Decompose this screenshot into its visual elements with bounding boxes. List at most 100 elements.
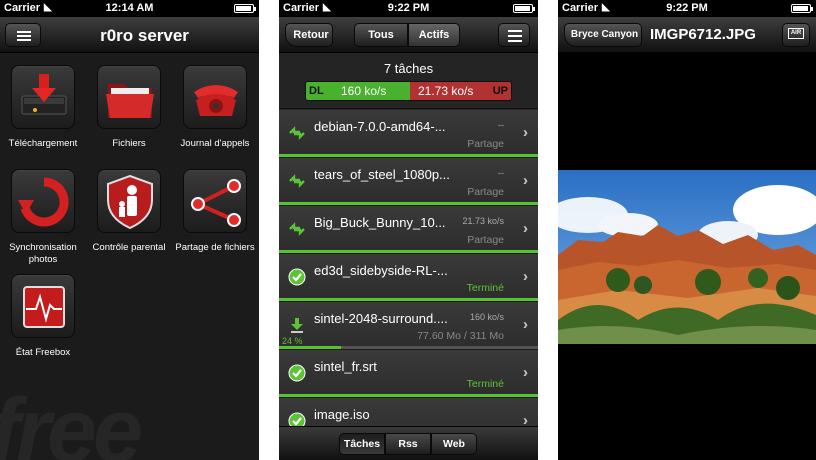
menu-item-parental-control[interactable]: Contrôle parental (86, 169, 172, 254)
task-name: image.iso (314, 407, 370, 422)
tab-rss[interactable]: Rss (385, 433, 431, 455)
chevron-right-icon: › (523, 268, 528, 285)
airplay-button[interactable]: AIR (782, 23, 810, 47)
tab-web[interactable]: Web (431, 433, 477, 455)
battery-icon (234, 4, 256, 13)
task-row[interactable]: ed3d_sidebyside-RL-... Terminé › (279, 254, 538, 302)
task-status: Partage (467, 186, 504, 198)
tab-tasks[interactable]: Tâches (339, 433, 385, 455)
navigation-bar: r0ro server (0, 17, 259, 53)
menu-item-label: Fichiers (112, 138, 146, 149)
chevron-right-icon: › (523, 172, 528, 189)
parental-shield-icon (97, 169, 161, 233)
upload-speed-segment: 21.73 ko/s UP (410, 82, 511, 100)
menu-item-download[interactable]: Téléchargement (0, 65, 86, 150)
task-name: sintel_fr.srt (314, 359, 377, 374)
task-progress-bar (279, 346, 538, 349)
page-title: r0ro server (100, 26, 189, 45)
photo-image[interactable] (558, 170, 816, 344)
status-bar: Carrier ◣ 12:14 AM (0, 0, 259, 17)
navigation-bar: Retour Tous Actifs (279, 17, 538, 53)
status-bar: Carrier ◣ 9:22 PM (279, 0, 538, 17)
task-row[interactable]: debian-7.0.0-amd64-... -- Partage › (279, 110, 538, 158)
back-button[interactable]: Bryce Canyon (564, 23, 642, 47)
task-name: tears_of_steel_1080p... (314, 167, 450, 182)
page-title: IMGP6712.JPG (650, 26, 756, 43)
status-time: 9:22 PM (387, 2, 430, 14)
task-status: Partage (467, 138, 504, 150)
status-time: 9:22 PM (666, 2, 708, 14)
task-progress-bar (279, 250, 538, 253)
task-progress-bar (279, 394, 538, 397)
download-speed: 160 ko/s (341, 84, 387, 98)
status-bar: Carrier ◣ 9:22 PM (558, 0, 816, 17)
task-name: debian-7.0.0-amd64-... (314, 119, 446, 134)
status-time: 12:14 AM (105, 2, 154, 14)
task-status: Terminé (466, 378, 504, 390)
download-icon (11, 65, 75, 129)
download-label: DL (309, 85, 324, 97)
task-name: ed3d_sidebyside-RL-... (314, 263, 448, 278)
task-status: 77.60 Mo / 311 Mo (417, 330, 504, 342)
task-count: 7 tâches (383, 61, 434, 76)
tasks-screen: Carrier ◣ 9:22 PM Retour Tous Actifs 7 t… (279, 0, 538, 460)
task-speed: -- (498, 168, 504, 178)
task-speed: 21.73 ko/s (462, 216, 504, 226)
chevron-right-icon: › (523, 220, 528, 237)
menu-item-freebox-status[interactable]: État Freebox (0, 274, 86, 359)
seeding-arrows-icon (288, 172, 306, 190)
back-button[interactable]: Retour (285, 23, 333, 47)
transfer-summary: 7 tâches DL 160 ko/s 21.73 ko/s UP (279, 53, 538, 109)
battery-icon (791, 4, 813, 13)
download-arrow-icon (288, 316, 306, 334)
upload-speed: 21.73 ko/s (418, 84, 474, 98)
menu-item-label: Téléchargement (8, 138, 78, 149)
navigation-bar: Bryce Canyon IMGP6712.JPG AIR (558, 17, 816, 53)
segment-active[interactable]: Actifs (408, 23, 460, 47)
menu-item-file-sharing[interactable]: Partage de fichiers (172, 169, 258, 254)
menu-item-files[interactable]: Fichiers (86, 65, 172, 150)
phone-icon (183, 65, 247, 129)
photo-viewer-screen: Carrier ◣ 9:22 PM Bryce Canyon IMGP6712.… (558, 0, 816, 460)
task-row[interactable]: Big_Buck_Bunny_10... 21.73 ko/s Partage › (279, 206, 538, 254)
menu-item-label: État Freebox (15, 347, 71, 358)
task-row[interactable]: sintel-2048-surround.... 160 ko/s 77.60 Mo… (279, 302, 538, 350)
task-name: Big_Buck_Bunny_10... (314, 215, 446, 230)
segment-all[interactable]: Tous (354, 23, 408, 47)
seeding-arrows-icon (288, 124, 306, 142)
menu-item-label: Journal d'appels (180, 138, 250, 149)
menu-item-call-log[interactable]: Journal d'appels (172, 65, 258, 150)
status-pulse-icon (11, 274, 75, 338)
airplay-icon: AIR (788, 28, 804, 39)
main-menu-screen: Carrier ◣ 12:14 AM r0ro server free Télé… (0, 0, 259, 460)
task-progress-bar (279, 154, 538, 157)
task-progress-bar (279, 298, 538, 301)
task-status: Partage (467, 234, 504, 246)
chevron-right-icon: › (523, 124, 528, 141)
task-progress-bar (279, 202, 538, 205)
menu-item-label: Contrôle parental (92, 242, 166, 253)
seeding-arrows-icon (288, 220, 306, 238)
sync-icon (11, 169, 75, 233)
folder-icon (97, 65, 161, 129)
task-speed: -- (498, 120, 504, 130)
share-icon (183, 169, 247, 233)
task-percent: 24 % (282, 336, 303, 346)
task-status: Terminé (466, 282, 504, 294)
checkmark-icon (288, 364, 306, 382)
task-row[interactable]: tears_of_steel_1080p... -- Partage › (279, 158, 538, 206)
download-speed-segment: DL 160 ko/s (306, 82, 410, 100)
menu-item-photo-sync[interactable]: Synchronisation photos (0, 169, 86, 266)
filter-button[interactable] (498, 23, 530, 47)
upload-label: UP (492, 85, 508, 97)
speed-bar: DL 160 ko/s 21.73 ko/s UP (305, 81, 512, 101)
menu-item-label: Synchronisation photos (9, 242, 77, 265)
chevron-right-icon: › (523, 316, 528, 333)
task-speed: 160 ko/s (469, 312, 504, 322)
menu-item-label: Partage de fichiers (175, 242, 255, 253)
task-name: sintel-2048-surround.... (314, 311, 448, 326)
battery-icon (513, 4, 535, 13)
tab-bar: Tâches Rss Web (279, 426, 538, 460)
chevron-right-icon: › (523, 364, 528, 381)
task-row[interactable]: sintel_fr.srt Terminé › (279, 350, 538, 398)
